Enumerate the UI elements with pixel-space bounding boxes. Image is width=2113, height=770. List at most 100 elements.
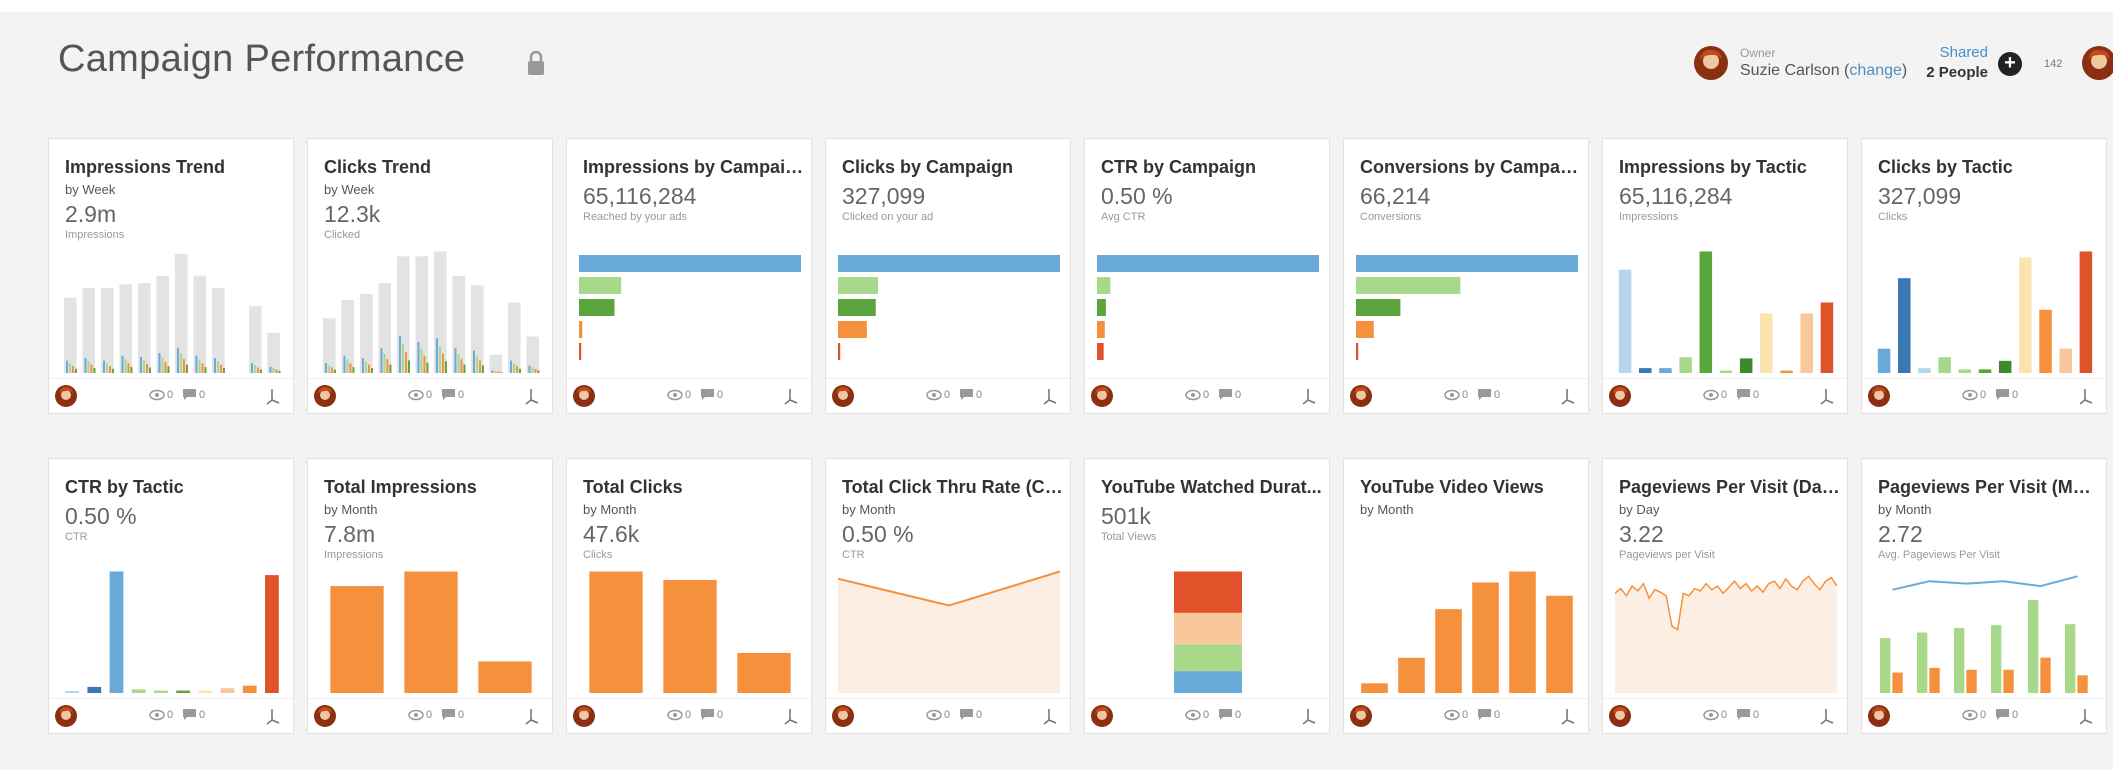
chart-bar (201, 363, 204, 373)
share-icon[interactable] (781, 706, 801, 726)
tile-caption: Conversions (1360, 211, 1422, 223)
tile-title: Impressions by Campaign (583, 157, 805, 177)
share-icon[interactable] (522, 706, 542, 726)
chart-bar (137, 283, 151, 373)
tile-owner-avatar[interactable] (573, 385, 595, 407)
dashboard-tile[interactable]: Total Impressions by Month 7.8m Impressions… (307, 458, 553, 734)
share-icon[interactable] (2076, 706, 2096, 726)
dashboard-tile[interactable]: Conversions by Campaign 66,214 Conversions… (1343, 138, 1589, 414)
tile-chart[interactable] (61, 249, 283, 373)
chart-bar (185, 364, 188, 373)
tile-chart[interactable] (1097, 249, 1319, 373)
tile-chart[interactable] (579, 569, 801, 693)
tile-owner-avatar[interactable] (314, 705, 336, 727)
chart-bar (489, 354, 503, 373)
tile-chart[interactable] (1874, 569, 2096, 693)
tile-footer: 00 (49, 378, 293, 413)
tile-owner-avatar[interactable] (314, 385, 336, 407)
user-avatar[interactable] (2082, 46, 2113, 80)
chart-bar (1966, 669, 1977, 693)
dashboard-tile[interactable]: CTR by Tactic 0.50 % CTR 0 0 (48, 458, 294, 734)
notification-badge[interactable]: 142 (2044, 58, 2062, 70)
share-icon[interactable] (1040, 386, 1060, 406)
dashboard-tile[interactable]: Clicks Trend by Week 12.3k Clicked 0 0 (307, 138, 553, 414)
chart-bar (102, 360, 105, 373)
tile-chart[interactable] (320, 249, 542, 373)
tile-chart[interactable] (1615, 249, 1837, 373)
tile-owner-avatar[interactable] (1091, 705, 1113, 727)
dashboard-tile[interactable]: Clicks by Campaign 327,099 Clicked on your… (825, 138, 1071, 414)
tile-owner-avatar[interactable] (1350, 385, 1372, 407)
dashboard-tile[interactable]: CTR by Campaign 0.50 % Avg CTR 0 0 (1084, 138, 1330, 414)
tile-owner-avatar[interactable] (55, 705, 77, 727)
dashboard-tile[interactable]: YouTube Watched Durat... 501k Total Views 0… (1084, 458, 1330, 734)
tile-footer: 00 (1603, 698, 1847, 733)
share-icon[interactable] (522, 386, 542, 406)
chart-bar (324, 363, 327, 373)
tile-chart[interactable] (1874, 249, 2096, 373)
chart-bar (537, 370, 540, 373)
tile-chart[interactable] (61, 569, 283, 693)
comments-count: 0 (2012, 709, 2019, 721)
share-icon[interactable] (1299, 386, 1319, 406)
shared-people[interactable]: 2 People (1900, 64, 1988, 81)
add-share-button[interactable]: + (1998, 52, 2022, 76)
tile-chart[interactable] (579, 249, 801, 373)
tile-caption: Clicked (324, 229, 361, 241)
tile-chart[interactable] (1615, 569, 1837, 693)
tile-owner-avatar[interactable] (1350, 705, 1372, 727)
chart-bar (343, 355, 346, 373)
dashboard-tile[interactable]: Impressions by Tactic 65,116,284 Impressio… (1602, 138, 1848, 414)
tile-owner-avatar[interactable] (55, 385, 77, 407)
tile-chart[interactable] (1356, 569, 1578, 693)
dashboard-tile[interactable]: Impressions Trend by Week 2.9m Impressions 0… (48, 138, 294, 414)
lock-icon[interactable] (526, 50, 546, 76)
tile-title: Clicks by Campaign (842, 157, 1014, 177)
tile-owner-avatar[interactable] (573, 705, 595, 727)
chart-bar (404, 571, 458, 693)
share-icon[interactable] (1558, 706, 1578, 726)
chart-bar (275, 369, 278, 373)
comments-icon (183, 709, 196, 720)
share-icon[interactable] (263, 706, 283, 726)
tile-owner-avatar[interactable] (1609, 385, 1631, 407)
tile-chart[interactable] (838, 249, 1060, 373)
tile-owner-avatar[interactable] (832, 385, 854, 407)
owner-change-link[interactable]: change (1849, 62, 1902, 79)
share-icon[interactable] (1558, 386, 1578, 406)
share-icon[interactable] (1817, 706, 1837, 726)
dashboard-tile[interactable]: Total Clicks by Month 47.6k Clicks 0 0 (566, 458, 812, 734)
tile-chart[interactable] (1097, 569, 1319, 693)
tile-owner-avatar[interactable] (1868, 385, 1890, 407)
comments-count: 0 (1235, 709, 1242, 721)
tile-owner-avatar[interactable] (832, 705, 854, 727)
share-icon[interactable] (781, 386, 801, 406)
dashboard-tile[interactable]: Pageviews Per Visit (Mon... by Month 2.72 A… (1861, 458, 2107, 734)
owner-avatar[interactable] (1694, 46, 1728, 80)
tile-owner-avatar[interactable] (1609, 705, 1631, 727)
shared-label[interactable]: Shared (1900, 44, 1988, 61)
dashboard-tile[interactable]: YouTube Video Views by Month 0 0 (1343, 458, 1589, 734)
chart-bar (278, 370, 281, 373)
tile-chart[interactable] (1356, 249, 1578, 373)
tile-chart[interactable] (320, 569, 542, 693)
tile-footer: 00 (308, 378, 552, 413)
chart-bar (380, 348, 383, 373)
chart-bar (161, 357, 164, 373)
views-count: 0 (1980, 389, 1987, 401)
dashboard-tile[interactable]: Total Click Thru Rate (CTR) by Month 0.50 … (825, 458, 1071, 734)
tile-owner-avatar[interactable] (1868, 705, 1890, 727)
share-icon[interactable] (1040, 706, 1060, 726)
tile-chart[interactable] (838, 569, 1060, 693)
dashboard-tile[interactable]: Pageviews Per Visit (Daily) by Day 3.22 Pag… (1602, 458, 1848, 734)
share-icon[interactable] (1817, 386, 1837, 406)
share-icon[interactable] (1299, 706, 1319, 726)
chart-bar (182, 359, 185, 373)
comments-icon (442, 389, 455, 400)
share-icon[interactable] (2076, 386, 2096, 406)
share-icon[interactable] (263, 386, 283, 406)
tile-caption: CTR (65, 531, 88, 543)
dashboard-tile[interactable]: Impressions by Campaign 65,116,284 Reached… (566, 138, 812, 414)
tile-owner-avatar[interactable] (1091, 385, 1113, 407)
dashboard-tile[interactable]: Clicks by Tactic 327,099 Clicks 0 0 (1861, 138, 2107, 414)
